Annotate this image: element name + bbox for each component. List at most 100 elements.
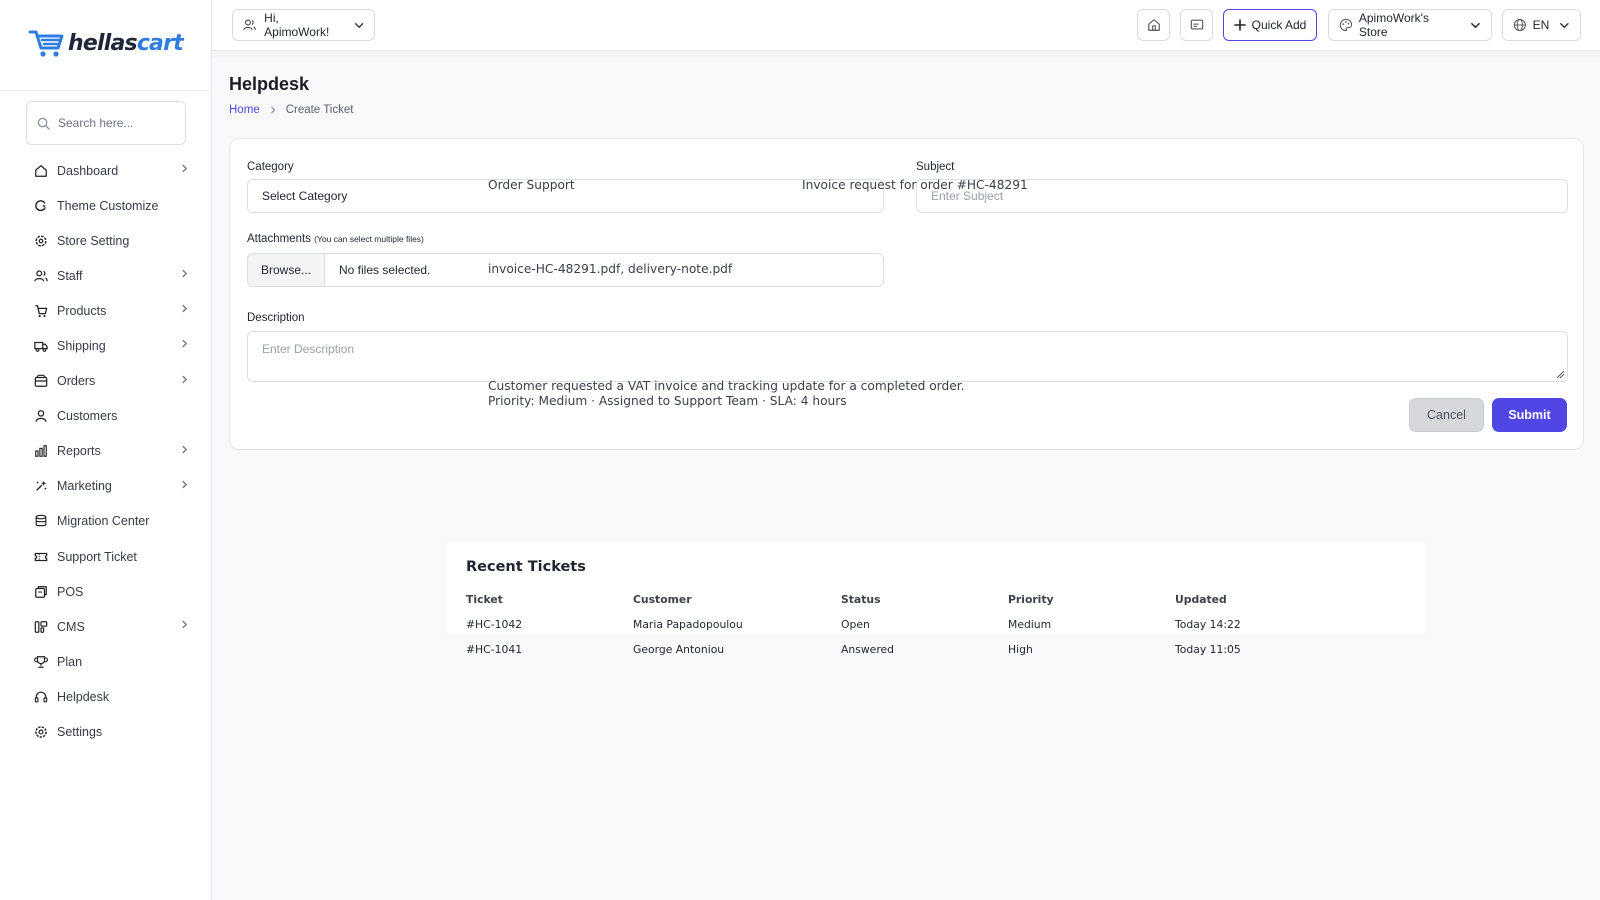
attachments-overlay-value: invoice-HC-48291.pdf, delivery-note.pdf [488, 262, 733, 276]
column-header: Customer [633, 593, 692, 606]
user-icon [243, 19, 256, 31]
breadcrumb: Home Create Ticket [229, 104, 353, 116]
sidebar-search[interactable] [26, 101, 186, 145]
description-placeholder: Enter Description [262, 342, 355, 356]
brand-name-part2: cart [136, 30, 184, 56]
search-icon [37, 117, 50, 130]
recent-tickets-panel: Recent Tickets Ticket Customer Status Prior… [446, 542, 1426, 656]
table-row[interactable]: #HC-1041 George Antoniou Answered High Today… [466, 637, 1335, 662]
palette-icon [33, 198, 48, 213]
browse-button[interactable]: Browse... [248, 254, 325, 286]
recent-tickets-table: Ticket Customer Status Priority Updated #HC-1… [466, 587, 1335, 662]
sidebar-item-label: Products [57, 303, 107, 318]
sidebar-item-pos[interactable]: POS [0, 574, 211, 609]
sidebar-item-helpdesk[interactable]: Helpdesk [0, 679, 211, 714]
sidebar-item-label: POS [57, 584, 84, 599]
plus-icon [1233, 19, 1246, 31]
breadcrumb-current: Create Ticket [285, 104, 354, 116]
sidebar-item-migration-center[interactable]: Migration Center [0, 504, 211, 539]
sidebar-item-label: Store Setting [57, 233, 130, 248]
trophy-icon [33, 654, 48, 669]
sidebar-item-plan[interactable]: Plan [0, 644, 211, 679]
category-select-value: Select Category [262, 189, 348, 203]
sidebar-item-dashboard[interactable]: Dashboard [0, 153, 211, 188]
chevron-right-icon [270, 106, 276, 114]
sidebar-item-settings[interactable]: Settings [0, 715, 211, 750]
category-label: Category [247, 161, 294, 173]
attachments-label: Attachments (You can select multiple fil… [247, 233, 424, 245]
header-separator [212, 51, 1600, 58]
sidebar-item-theme-customize[interactable]: Theme Customize [0, 188, 211, 223]
sidebar-item-shipping[interactable]: Shipping [0, 328, 211, 363]
table-cell: Today 11:05 [1175, 643, 1241, 656]
sidebar-item-cms[interactable]: CMS [0, 609, 211, 644]
sidebar-item-label: Settings [57, 725, 103, 740]
table-cell: #HC-1042 [466, 618, 523, 631]
logo[interactable]: hellascart [28, 28, 184, 58]
chevron-down-icon [1471, 22, 1480, 28]
chevron-right-icon [182, 620, 188, 629]
storefront-button[interactable] [1180, 9, 1213, 41]
table-cell: Maria Papadopoulou [633, 618, 743, 631]
attachments-label-text: Attachments [247, 233, 311, 245]
sidebar-item-staff[interactable]: Staff [0, 258, 211, 293]
truck-icon [33, 339, 48, 354]
column-header: Updated [1175, 593, 1227, 606]
pos-icon [33, 584, 48, 599]
user-menu-button[interactable]: Hi, ApimoWork! [232, 9, 375, 41]
brand-name-part1: hellas [68, 30, 138, 56]
store-selector[interactable]: ApimoWork's Store [1328, 9, 1492, 41]
chevron-right-icon [182, 375, 188, 383]
ticket-icon [33, 549, 48, 564]
monitor-icon [1190, 19, 1203, 30]
sidebar-item-marketing[interactable]: Marketing [0, 469, 211, 504]
attachments-hint: (You can select multiple files) [314, 234, 424, 244]
user-icon [33, 409, 48, 424]
chevron-down-icon [1560, 22, 1569, 28]
recent-tickets-title: Recent Tickets [466, 559, 586, 575]
top-header: Hi, ApimoWork! Quick Add ApimoWork's Sto… [212, 0, 1600, 51]
resize-handle-icon[interactable] [1555, 369, 1565, 379]
table-cell: High [1008, 643, 1033, 656]
table-cell: #HC-1041 [466, 643, 523, 656]
breadcrumb-home-link[interactable]: Home [229, 104, 260, 116]
store-name: ApimoWork's Store [1358, 11, 1429, 39]
settings-icon [33, 725, 48, 740]
sidebar-item-label: Plan [57, 654, 83, 669]
subject-overlay-value: Invoice request for order #HC-48291 [802, 178, 1028, 192]
chart-icon [33, 444, 48, 459]
description-overlay-line2: Priority: Medium · Assigned to Support T… [488, 394, 847, 408]
sidebar-item-store-setting[interactable]: Store Setting [0, 223, 211, 258]
subject-label: Subject [916, 161, 955, 173]
language-selector[interactable]: EN [1502, 9, 1581, 41]
users-icon [33, 268, 48, 283]
sidebar-item-products[interactable]: Products [0, 293, 211, 328]
quick-add-button[interactable]: Quick Add [1223, 9, 1317, 41]
sidebar-item-label: Marketing [57, 479, 112, 494]
chevron-right-icon [182, 340, 188, 348]
sidebar-item-label: Dashboard [57, 163, 119, 178]
sidebar-item-reports[interactable]: Reports [0, 434, 211, 469]
description-label: Description [247, 312, 305, 324]
table-row[interactable]: #HC-1042 Maria Papadopoulou Open Medium Toda… [466, 612, 1335, 637]
sidebar-item-label: Theme Customize [57, 198, 159, 213]
submit-button[interactable]: Submit [1492, 398, 1567, 432]
chevron-right-icon [182, 445, 188, 454]
table-cell: George Antoniou [633, 643, 725, 656]
home-button[interactable] [1137, 9, 1170, 41]
box-icon [33, 374, 48, 389]
user-greeting: Hi, ApimoWork! [264, 11, 330, 39]
sidebar-item-support-ticket[interactable]: Support Ticket [0, 539, 211, 574]
sidebar-item-label: Migration Center [57, 514, 150, 529]
column-header: Priority [1008, 593, 1054, 606]
table-cell: Medium [1008, 618, 1052, 631]
cancel-button[interactable]: Cancel [1409, 398, 1484, 432]
file-status: No files selected. [339, 263, 431, 277]
sidebar-item-customers[interactable]: Customers [0, 399, 211, 434]
search-input[interactable] [58, 116, 176, 130]
sidebar-item-orders[interactable]: Orders [0, 364, 211, 399]
brand-name: hellascart [68, 30, 184, 56]
sparkle-icon [33, 479, 48, 494]
description-textarea[interactable]: Enter Description [247, 331, 1568, 382]
sidebar-item-label: Support Ticket [57, 549, 137, 564]
